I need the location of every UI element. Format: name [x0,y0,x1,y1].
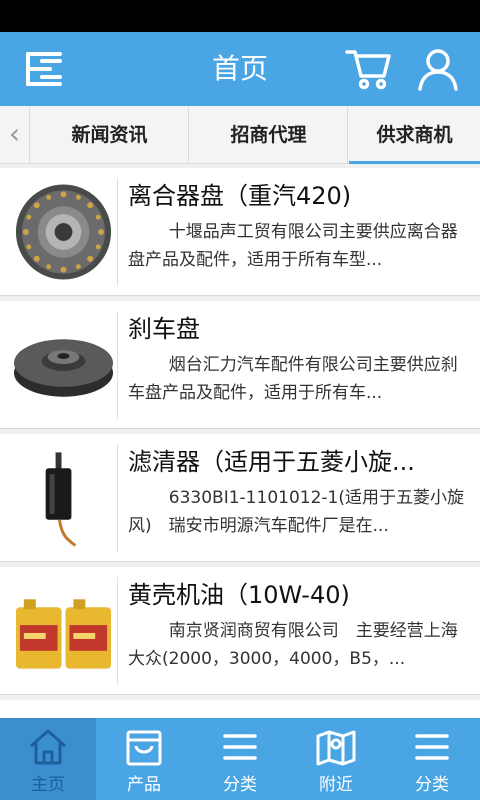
home-icon [27,726,69,768]
list-icon [219,726,261,768]
app-header: 首页 [0,32,480,106]
user-icon[interactable] [414,46,462,92]
item-description: 烟台汇力汽车配件有限公司主要供应刹车盘产品及配件，适用于所有车... [128,355,458,403]
nav-category-2-label: 分类 [415,775,449,795]
list-icon [411,726,453,768]
nav-nearby-label: 附近 [319,775,353,795]
product-list: 离合器盘（重汽420) 十堰品声工贸有限公司主要供应离合器盘产品及配件，适用于所… [0,164,480,718]
tab-supply-demand[interactable]: 供求商机 [349,106,480,164]
cart-icon[interactable] [344,46,392,92]
page-title: 首页 [211,52,268,85]
bag-icon [123,726,165,768]
list-item[interactable]: 黄壳机油（10W-40) 南京贤润商贸有限公司 主要经营上海大众(2000，30… [0,567,480,695]
nav-category-label: 分类 [223,775,257,795]
status-bar [0,0,480,32]
nav-home[interactable]: 主页 [0,718,96,800]
category-tabs: ‹ 新闻资讯 招商代理 供求商机 [0,106,480,164]
item-description: 6330BI1-1101012-1(适用于五菱小旋风) 瑞安市明源汽车配件厂是在… [128,488,464,536]
nav-category[interactable]: 分类 [192,718,288,800]
clutch-disc-image [10,178,118,286]
item-title: 黄壳机油（10W-40) [128,581,350,609]
nav-home-label: 主页 [31,775,65,795]
item-title: 离合器盘（重汽420) [128,182,352,210]
list-item[interactable] [0,700,480,718]
item-description: 十堰品声工贸有限公司主要供应离合器盘产品及配件，适用于所有车型... [128,222,458,270]
tab-news[interactable]: 新闻资讯 [31,106,189,164]
list-item[interactable]: 离合器盘（重汽420) 十堰品声工贸有限公司主要供应离合器盘产品及配件，适用于所… [0,168,480,296]
engine-oil-image [10,577,118,685]
item-description: 南京贤润商贸有限公司 主要经营上海大众(2000，3000，4000，B5，..… [128,621,458,669]
nav-category-2[interactable]: 分类 [384,718,480,800]
nav-nearby[interactable]: 附近 [288,718,384,800]
tab-agency[interactable]: 招商代理 [190,106,348,164]
item-title: 刹车盘 [128,315,200,343]
nav-products-label: 产品 [127,775,161,795]
list-item[interactable]: 滤清器（适用于五菱小旋... 6330BI1-1101012-1(适用于五菱小旋… [0,434,480,562]
map-icon [315,726,357,768]
nav-products[interactable]: 产品 [96,718,192,800]
bottom-nav: 主页 产品 分类 附近 分类 [0,718,480,800]
item-title: 滤清器（适用于五菱小旋... [128,448,415,476]
brake-disc-image [10,311,118,419]
fuel-filter-image [10,444,118,552]
tabs-prev-arrow[interactable]: ‹ [0,106,30,164]
list-item[interactable]: 刹车盘 烟台汇力汽车配件有限公司主要供应刹车盘产品及配件，适用于所有车... [0,301,480,429]
